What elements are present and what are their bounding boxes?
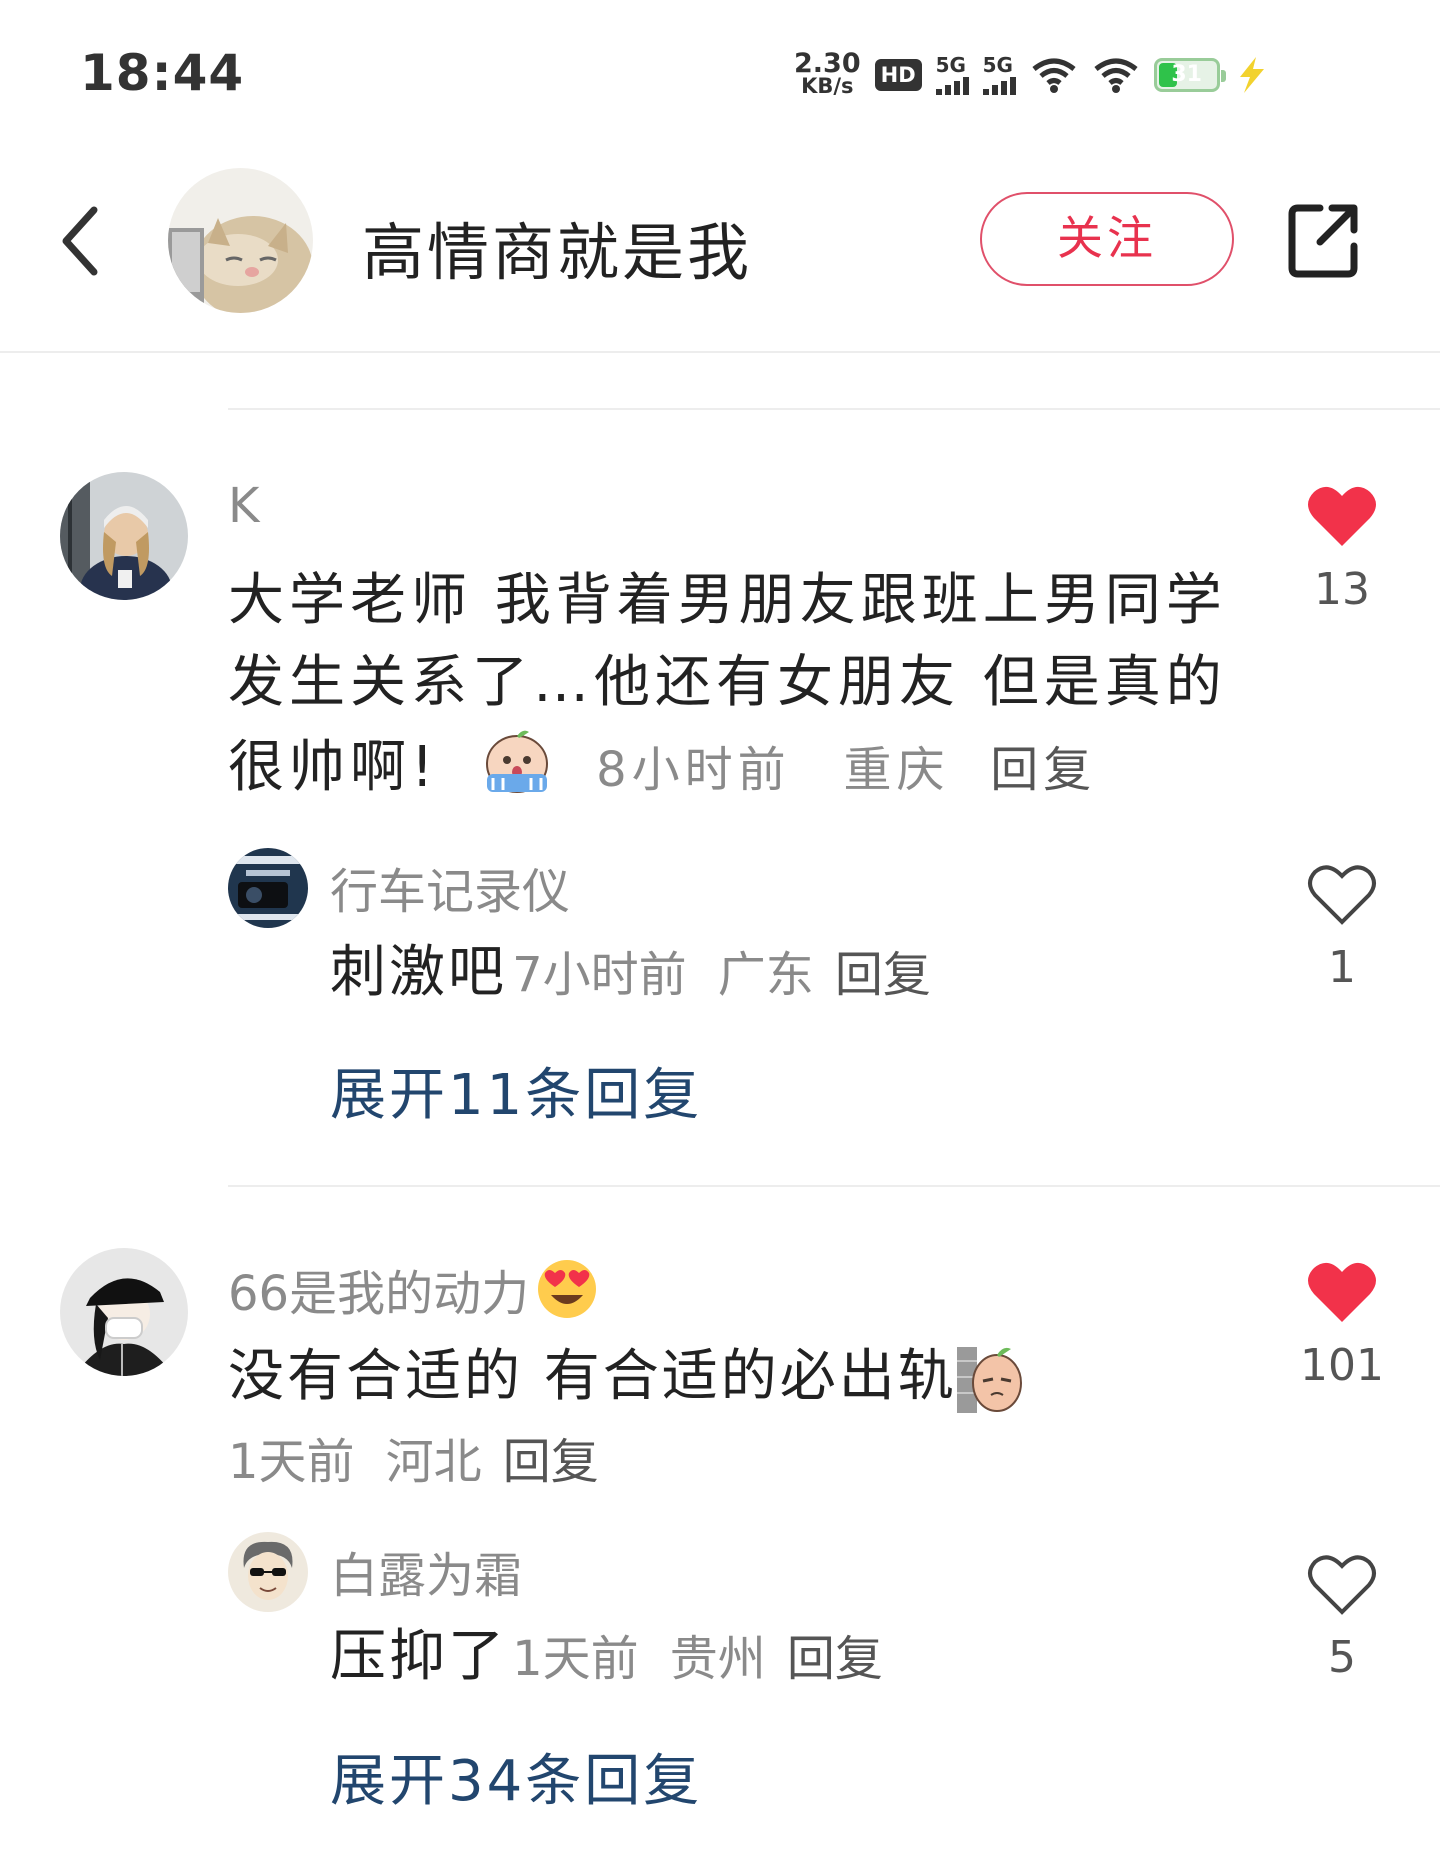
comment-time: 1天前: [228, 1434, 355, 1490]
header-divider: [0, 351, 1440, 353]
hd-icon: HD: [874, 59, 922, 91]
share-button[interactable]: [1286, 200, 1362, 280]
reply-button[interactable]: 回复: [787, 1631, 883, 1687]
reply-body: 压抑了 1天前 贵州 回复: [330, 1616, 883, 1698]
reply-username[interactable]: 行车记录仪: [330, 852, 570, 922]
status-icons: 2.30 KB/s HD 5G 5G 31: [794, 50, 1268, 100]
reply-avatar[interactable]: [228, 1532, 308, 1612]
comment-avatar[interactable]: [60, 472, 188, 600]
reply-text: 刺激吧: [330, 940, 507, 1005]
heart-filled-icon: [1308, 1262, 1376, 1322]
reply-location: 广东: [717, 947, 814, 1003]
reply-avatar[interactable]: [228, 848, 308, 928]
like-count: 101: [1300, 1340, 1384, 1391]
reply-button[interactable]: 回复: [503, 1434, 599, 1490]
sim2-type: 5G: [982, 53, 1013, 77]
comment-body: 大学老师 我背着男朋友跟班上男同学发生关系了…他还有女朋友 但是真的很帅啊! 8…: [228, 560, 1228, 811]
heart-eyes-emoji: [538, 1260, 597, 1318]
battery-percent: 31: [1171, 62, 1202, 87]
reply-text: 压抑了: [330, 1624, 507, 1689]
reply-time: 7小时前: [512, 947, 687, 1003]
comment-location: 重庆: [843, 742, 950, 798]
reply-body: 刺激吧 7小时前 广东 回复: [330, 932, 931, 1014]
back-button[interactable]: [52, 196, 112, 286]
section-divider: [228, 1185, 1440, 1187]
comment-time: 8小时前: [596, 742, 791, 798]
sim1-type: 5G: [935, 53, 966, 77]
heart-outline-icon: [1308, 865, 1376, 925]
net-speed-unit: KB/s: [801, 74, 854, 98]
page-title: 高情商就是我: [362, 216, 753, 289]
comment-text: 没有合适的 有合适的必出轨: [228, 1344, 957, 1409]
chevron-left-icon: [62, 206, 98, 276]
peeking-wall-emoji-sticker: [956, 1347, 1022, 1413]
comment-username[interactable]: K: [228, 478, 259, 534]
charging-bolt-icon: [1239, 57, 1264, 93]
net-speed-value: 2.30: [794, 48, 861, 79]
expand-replies-link[interactable]: 展开34条回复: [330, 1736, 702, 1817]
like-count: 13: [1314, 564, 1370, 615]
wifi-icon: [1094, 58, 1138, 93]
reply-time: 1天前: [512, 1631, 639, 1687]
author-avatar[interactable]: [168, 168, 313, 313]
comment-meta: 1天前 河北 回复: [228, 1422, 599, 1492]
reply-button[interactable]: 回复: [835, 947, 931, 1003]
like-button[interactable]: 101: [1282, 1260, 1402, 1391]
reply-username[interactable]: 白露为霜: [330, 1536, 522, 1606]
comment-avatar[interactable]: [60, 1248, 188, 1376]
like-count: 5: [1328, 1632, 1356, 1683]
like-button[interactable]: 13: [1282, 484, 1402, 615]
follow-button[interactable]: 关注: [980, 192, 1234, 286]
like-count: 1: [1328, 942, 1356, 993]
network-speed: 2.30 KB/s: [794, 48, 861, 98]
section-divider: [228, 408, 1440, 410]
reply-location: 贵州: [669, 1631, 766, 1687]
wifi-plus-icon: [1032, 58, 1076, 93]
like-button[interactable]: 5: [1282, 1552, 1402, 1683]
comment-body: 没有合适的 有合适的必出轨: [228, 1336, 1023, 1418]
comment-username-row[interactable]: 66是我的动力: [228, 1254, 599, 1324]
signal-1-icon: 5G: [935, 53, 969, 95]
share-external-icon: [1288, 204, 1358, 278]
signal-2-icon: 5G: [982, 53, 1016, 95]
heart-filled-icon: [1308, 486, 1376, 546]
battery-icon: 31: [1153, 58, 1226, 92]
expand-replies-link[interactable]: 展开11条回复: [330, 1050, 702, 1131]
crying-emoji-sticker: [486, 730, 549, 793]
like-button[interactable]: 1: [1282, 862, 1402, 993]
reply-button[interactable]: 回复: [990, 742, 1096, 798]
comment-username[interactable]: 66是我的动力: [228, 1254, 529, 1324]
comment-location: 河北: [385, 1434, 482, 1490]
heart-outline-icon: [1308, 1555, 1376, 1615]
status-time: 18:44: [80, 44, 245, 102]
